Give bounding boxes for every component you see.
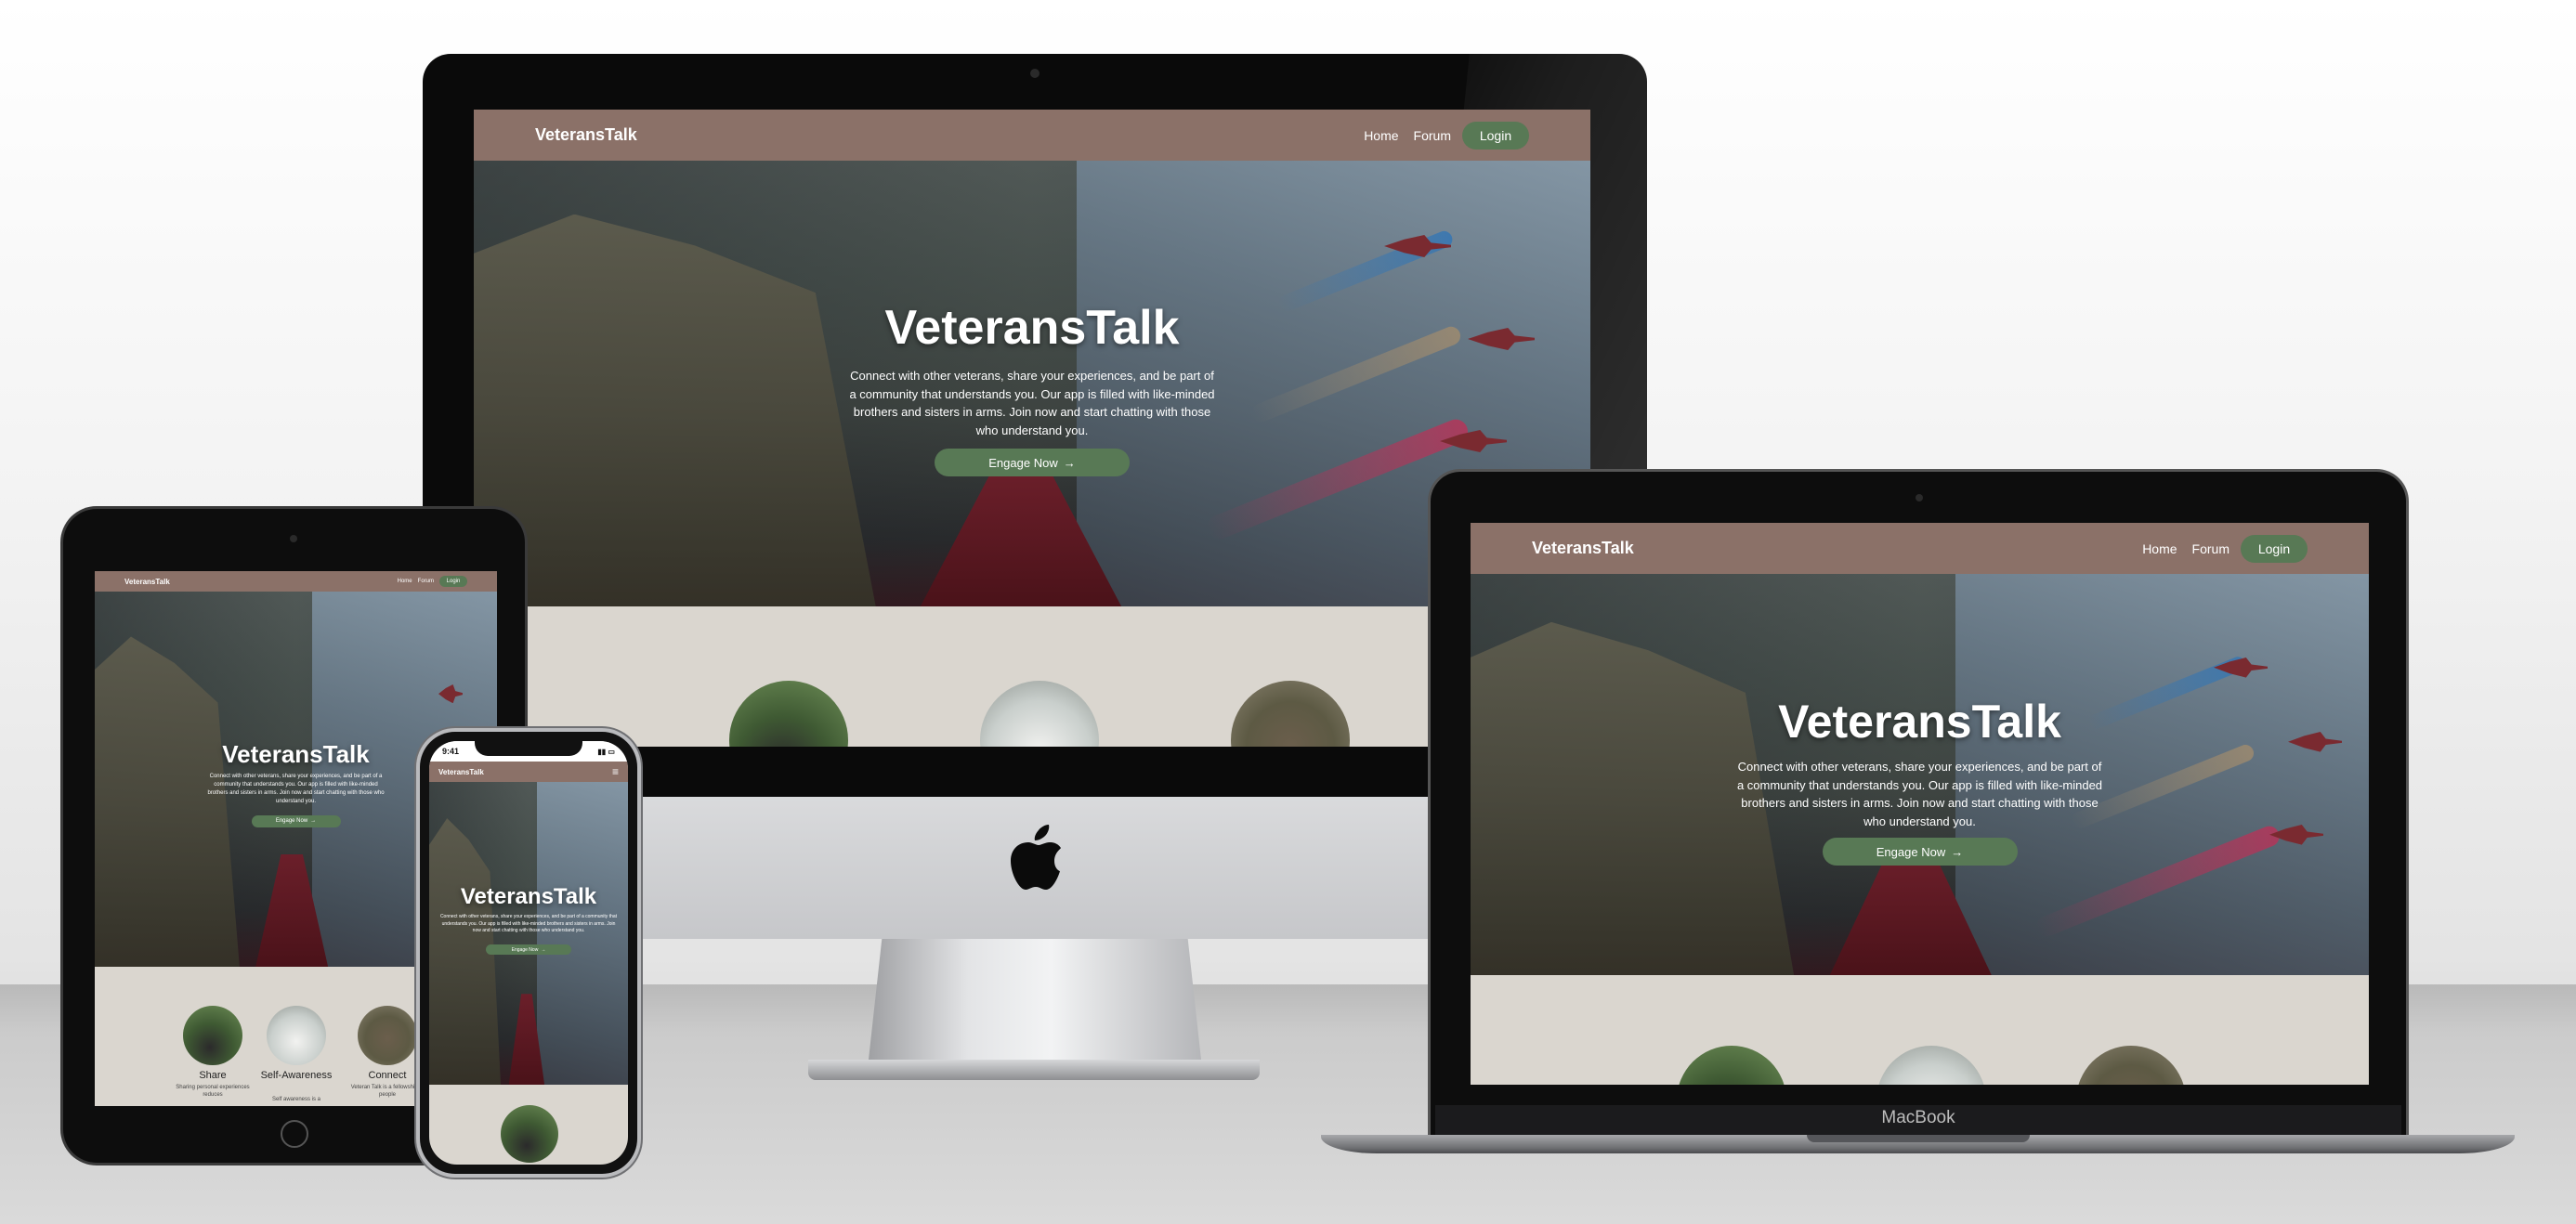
hero-content: VeteransTalk Connect with other veterans…	[1471, 695, 2369, 866]
ipad-camera	[290, 535, 297, 542]
login-button[interactable]: Login	[439, 576, 467, 587]
feature-image-connect	[2076, 1046, 2186, 1085]
arrow-right-icon: →	[541, 946, 546, 953]
nav-links: Home Forum Login	[1364, 121, 1529, 150]
phone-clock: 9:41	[442, 747, 460, 756]
feature-image-connect	[1231, 681, 1350, 747]
engage-now-label: Engage Now	[988, 455, 1058, 470]
hero-title: VeteransTalk	[884, 301, 1180, 355]
site-navbar: VeteransTalk Home Forum Login	[95, 571, 497, 592]
engage-now-label: Engage Now	[511, 946, 539, 953]
apple-logo-icon	[1011, 825, 1061, 890]
imac-screen: VeteransTalk Home Forum Login VeteransTa…	[474, 110, 1590, 747]
engage-now-button[interactable]: Engage Now →	[1822, 838, 2018, 866]
macbook-opening-notch	[1807, 1135, 2030, 1142]
engage-now-label: Engage Now	[1876, 844, 1946, 859]
engage-now-label: Engage Now	[275, 818, 308, 824]
nav-home-link[interactable]: Home	[1364, 128, 1398, 143]
nav-forum-link[interactable]: Forum	[2192, 541, 2229, 556]
nav-links: Home Forum Login	[398, 576, 467, 587]
hero-description: Connect with other veterans, share your …	[439, 914, 618, 933]
iphone-screen: 9:41 ▮▮ ▭ VeteransTalk ≡ VeteransTalk Co…	[429, 741, 628, 1165]
ipad-home-button[interactable]	[281, 1120, 308, 1148]
site-brand[interactable]: VeteransTalk	[1532, 539, 1634, 558]
signal-battery-icon: ▮▮ ▭	[597, 747, 615, 756]
imac-stand-neck	[869, 939, 1201, 1060]
macbook-screen: VeteransTalk Home Forum Login VeteransTa…	[1471, 523, 2369, 1085]
nav-forum-link[interactable]: Forum	[1414, 128, 1451, 143]
login-button[interactable]: Login	[1462, 121, 1529, 150]
site-brand[interactable]: VeteransTalk	[124, 578, 170, 586]
site-navbar: VeteransTalk ≡	[429, 762, 628, 782]
feature-image-share	[183, 1006, 242, 1065]
feature-title-share: Share	[199, 1070, 227, 1081]
feature-image-self-awareness	[267, 1006, 326, 1065]
nav-home-link[interactable]: Home	[398, 579, 412, 584]
engage-now-button[interactable]: Engage Now →	[935, 449, 1130, 476]
login-button[interactable]: Login	[2241, 534, 2308, 563]
engage-now-button[interactable]: Engage Now →	[486, 944, 571, 955]
site-navbar: VeteransTalk Home Forum Login	[474, 110, 1590, 161]
feature-title-self-awareness: Self-Awareness	[260, 1070, 333, 1081]
hero-description: Connect with other veterans, share your …	[849, 369, 1215, 437]
arrow-right-icon: →	[310, 818, 317, 824]
imac-stand-foot	[808, 1060, 1260, 1080]
feature-image-share	[1677, 1046, 1786, 1085]
site-brand[interactable]: VeteransTalk	[535, 125, 637, 145]
arrow-right-icon: →	[1063, 455, 1076, 470]
feature-image-connect	[358, 1006, 417, 1065]
feature-text-self-awareness: Self awareness is a	[271, 1097, 321, 1102]
feature-title-connect: Connect	[368, 1070, 407, 1081]
hero-section: VeteransTalk Connect with other veterans…	[429, 782, 628, 1085]
hero-title: VeteransTalk	[460, 884, 597, 909]
nav-forum-link[interactable]: Forum	[418, 579, 434, 584]
hero-section: VeteransTalk Connect with other veterans…	[1471, 574, 2369, 975]
hero-content: VeteransTalk Connect with other veterans…	[429, 884, 628, 956]
menu-icon[interactable]: ≡	[612, 765, 619, 778]
feature-text-share: Sharing personal experiences reduces	[176, 1085, 250, 1099]
hero-description: Connect with other veterans, share your …	[207, 774, 385, 804]
macbook-brand-label: MacBook	[1881, 1108, 1955, 1127]
nav-links: Home Forum Login	[2142, 534, 2308, 563]
hero-section: VeteransTalk Connect with other veterans…	[474, 161, 1590, 606]
hero-title: VeteransTalk	[1778, 696, 2061, 748]
feature-image-self-awareness	[1876, 1046, 1986, 1085]
arrow-right-icon: →	[1951, 844, 1964, 859]
hero-description: Connect with other veterans, share your …	[1736, 760, 2103, 828]
engage-now-button[interactable]: Engage Now →	[251, 814, 341, 827]
iphone-notch	[475, 739, 582, 756]
site-brand[interactable]: VeteransTalk	[438, 768, 484, 776]
hero-content: VeteransTalk Connect with other veterans…	[474, 300, 1590, 476]
feature-image-share	[501, 1105, 558, 1163]
feature-image-share	[729, 681, 848, 747]
imac-camera	[1030, 69, 1040, 78]
feature-image-self-awareness	[980, 681, 1099, 747]
feature-text-connect: Veteran Talk is a fellowship of people	[350, 1085, 425, 1099]
macbook-camera	[1916, 494, 1923, 501]
site-navbar: VeteransTalk Home Forum Login	[1471, 523, 2369, 574]
nav-home-link[interactable]: Home	[2142, 541, 2177, 556]
